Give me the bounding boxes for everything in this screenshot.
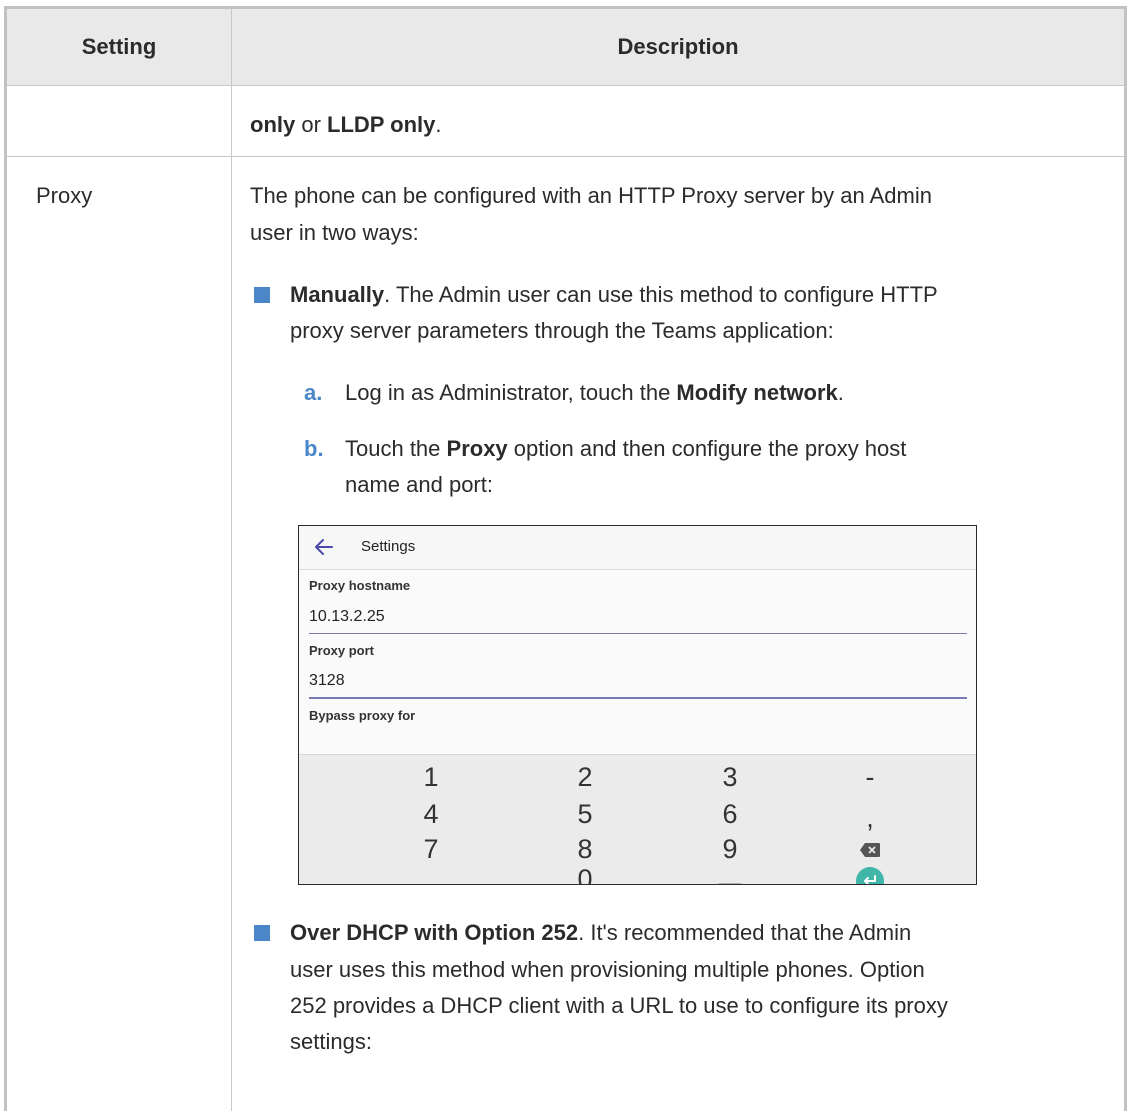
row-divider — [7, 156, 1124, 157]
step-b-post: option and then configure the proxy host — [507, 436, 907, 461]
step-b-line2: name and port: — [345, 472, 493, 497]
column-divider — [231, 86, 232, 1111]
bullet-square-icon — [254, 287, 270, 303]
bullet-square-icon — [254, 925, 270, 941]
header-setting: Setting — [81, 34, 157, 59]
step-b-letter: b. — [304, 436, 324, 461]
key-3[interactable]: 3 — [680, 761, 780, 793]
key-7[interactable]: 7 — [381, 833, 481, 865]
numeric-keypad: 1 2 3 - 4 5 6 , 7 8 9 . 0 __ — [299, 754, 976, 884]
step-b-line1: Touch the Proxy option and then configur… — [345, 432, 906, 466]
bullet-manually-line1: Manually. The Admin user can use this me… — [290, 278, 938, 312]
key-8[interactable]: 8 — [535, 833, 635, 865]
key-4[interactable]: 4 — [381, 798, 481, 830]
key-1[interactable]: 1 — [381, 761, 481, 793]
step-a-pre: Log in as Administrator, touch the — [345, 380, 677, 405]
step-a-bold: Modify network — [676, 380, 838, 405]
phone-settings-screenshot: Settings Proxy hostname 10.13.2.25 Proxy… — [298, 525, 977, 885]
proxy-port-underline — [309, 697, 967, 699]
step-b-pre: Touch the — [345, 436, 447, 461]
key-comma[interactable]: , — [820, 802, 920, 834]
bullet-dhcp-line3: 252 provides a DHCP client with a URL to… — [290, 993, 948, 1018]
settings-table: Setting Description only or LLDP only. P… — [4, 6, 1127, 1111]
setting-proxy: Proxy — [36, 183, 93, 208]
key-6[interactable]: 6 — [680, 798, 780, 830]
bypass-proxy-label: Bypass proxy for — [309, 708, 416, 723]
prev-row-end: . — [435, 112, 442, 137]
proxy-port-label: Proxy port — [309, 643, 375, 658]
backspace-icon[interactable] — [859, 842, 881, 858]
key-dash[interactable]: - — [820, 761, 920, 793]
proxy-intro-line1: The phone can be configured with an HTTP… — [250, 183, 932, 208]
settings-title: Settings — [361, 538, 416, 555]
bullet-dhcp-line2: user uses this method when provisioning … — [290, 957, 925, 982]
prev-row-bold-only: only — [250, 112, 296, 137]
proxy-port-input[interactable]: 3128 — [309, 672, 345, 690]
step-a-text: Log in as Administrator, touch the Modif… — [345, 376, 844, 410]
step-b-bold: Proxy — [446, 436, 508, 461]
bullet-manually-bold: Manually — [290, 282, 385, 307]
row-divider — [7, 85, 1124, 86]
prev-row-mid: or — [295, 112, 328, 137]
document-page: Setting Description only or LLDP only. P… — [0, 0, 1127, 1111]
enter-icon[interactable] — [856, 867, 884, 884]
header-description: Description — [617, 34, 739, 59]
key-5[interactable]: 5 — [535, 798, 635, 830]
prev-row-bold-lldp: LLDP only — [327, 112, 436, 137]
table-header-row: Setting Description — [7, 9, 1124, 85]
bullet-dhcp-bold: Over DHCP with Option 252 — [290, 920, 579, 945]
key-0[interactable]: 0 — [535, 863, 635, 884]
step-a-post: . — [837, 380, 844, 405]
arrow-left-icon[interactable] — [313, 536, 335, 558]
key-2[interactable]: 2 — [535, 761, 635, 793]
bullet-dhcp-rest: . It's recommended that the Admin — [578, 920, 912, 945]
prev-row-text: only or LLDP only. — [250, 108, 442, 142]
settings-app-bar: Settings — [299, 526, 976, 570]
bullet-dhcp-line1: Over DHCP with Option 252. It's recommen… — [290, 916, 911, 950]
key-period[interactable]: . — [381, 863, 481, 884]
proxy-hostname-label: Proxy hostname — [309, 578, 411, 593]
bullet-manually-line2: proxy server parameters through the Team… — [290, 318, 834, 343]
bullet-dhcp-line4: settings: — [290, 1029, 372, 1054]
key-underscore[interactable]: __ — [680, 859, 780, 884]
table-border-left — [4, 6, 7, 1111]
proxy-hostname-underline — [309, 633, 967, 634]
proxy-hostname-input[interactable]: 10.13.2.25 — [309, 608, 385, 626]
bullet-manually-rest: . The Admin user can use this method to … — [384, 282, 938, 307]
step-a-letter: a. — [304, 380, 323, 405]
proxy-intro-line2: user in two ways: — [250, 220, 419, 245]
